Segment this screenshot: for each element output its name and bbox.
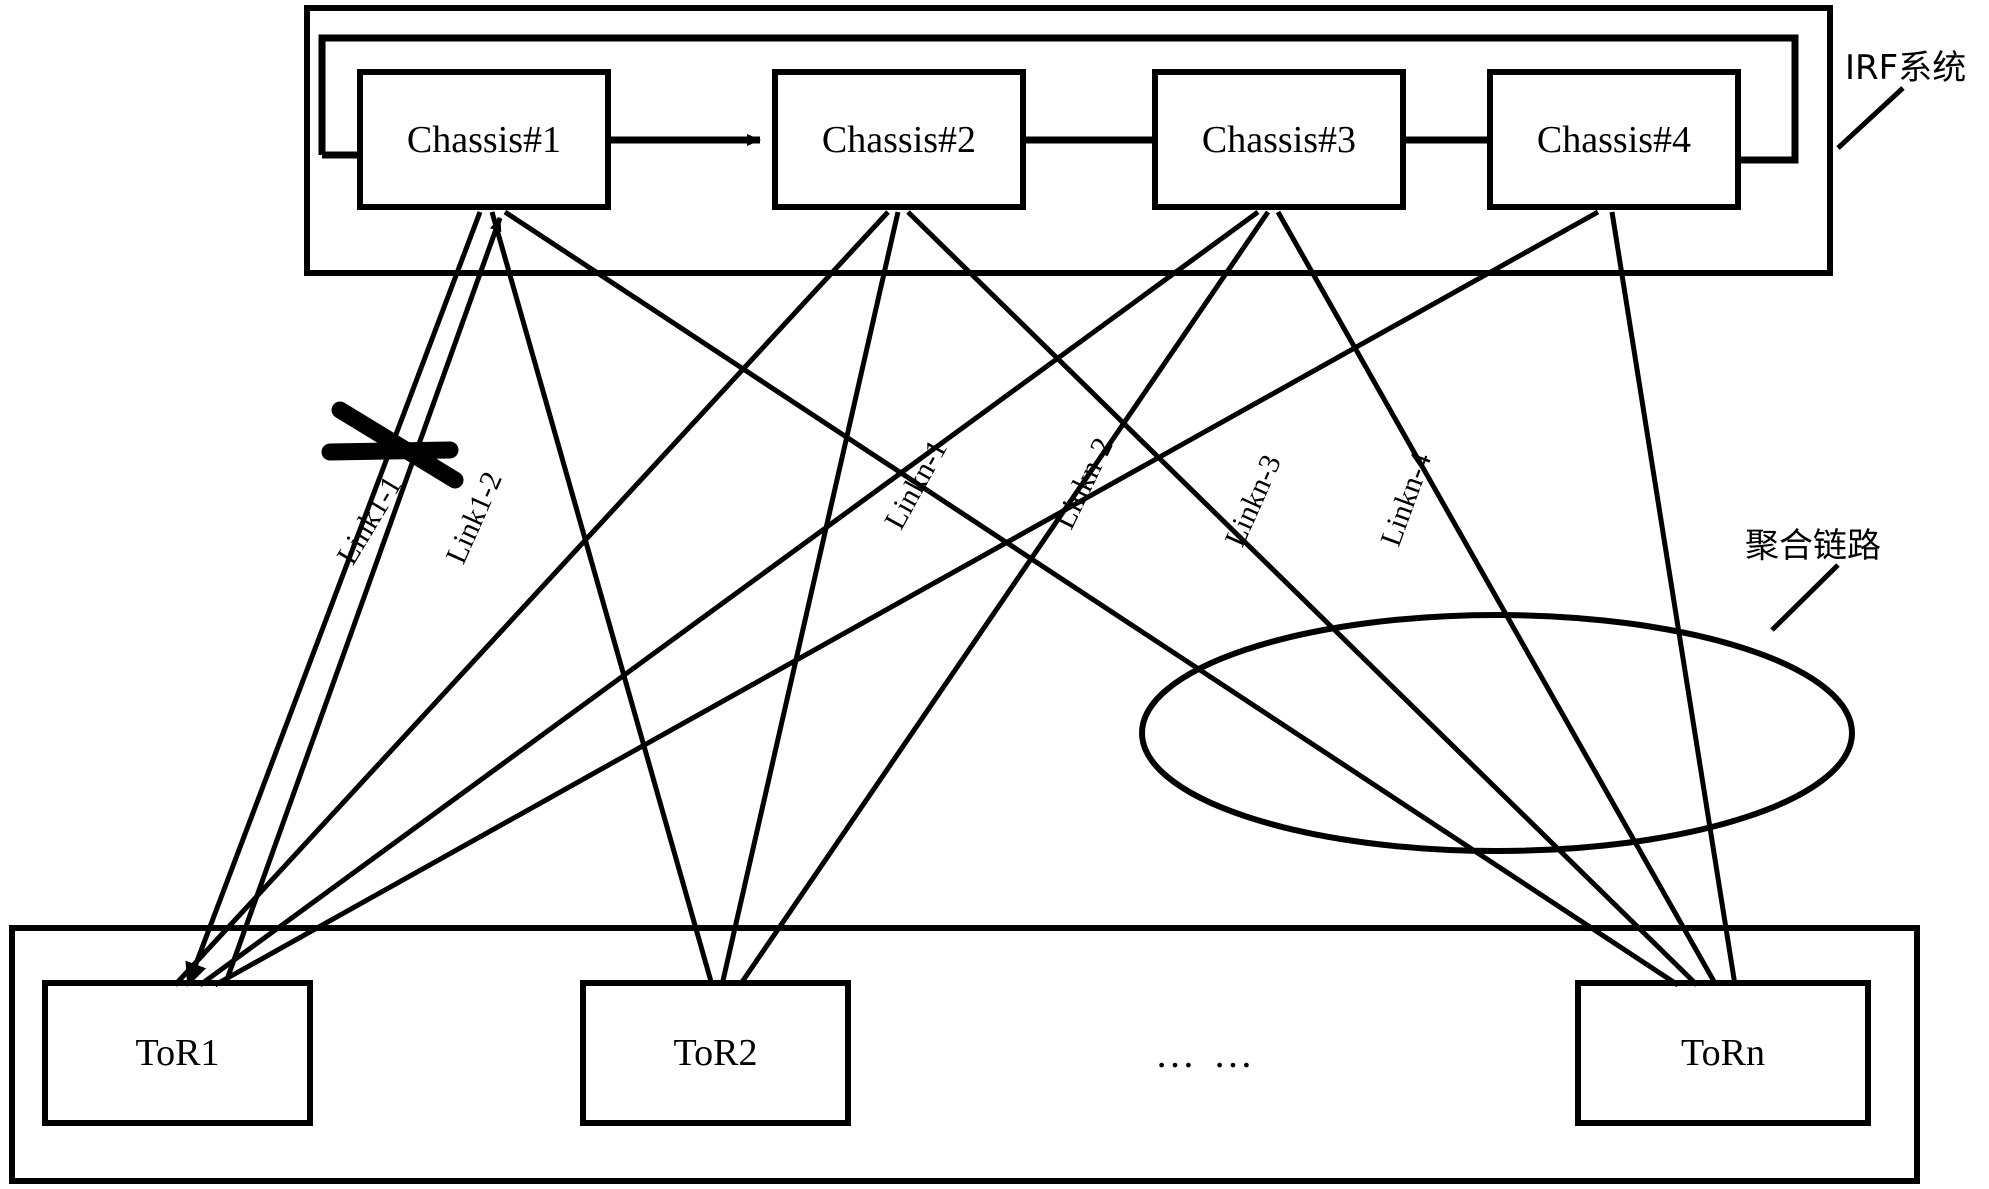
- link-line-chassis3-tor1[interactable]: [198, 209, 1260, 988]
- aggregation-ellipse: [1139, 612, 1855, 854]
- chassis-label-3: Chassis#3: [1201, 118, 1357, 161]
- chassis-label-4: Chassis#4: [1536, 118, 1692, 161]
- diagram-canvas: Chassis#1 Chassis#2 Chassis#3 Chassis#4 …: [0, 0, 1989, 1189]
- aggregation-annotation-leader-line: [1770, 563, 1840, 632]
- link-line-linkn-4[interactable]: [1609, 211, 1738, 986]
- irf-system-annotation-label: IRF系统: [1845, 48, 1967, 88]
- link-line-tor1-chassis1-return[interactable]: [222, 217, 503, 986]
- link-line-link1-1[interactable]: [185, 211, 483, 987]
- link-line-chassis2-tor2[interactable]: [719, 211, 901, 986]
- link-line-linkn-2[interactable]: [906, 210, 1699, 987]
- tor-label-1: ToR1: [135, 1032, 220, 1074]
- tor-label-2: ToR2: [673, 1032, 758, 1074]
- tor-label-n: ToRn: [1681, 1032, 1765, 1074]
- broken-link-x-icon: [321, 401, 464, 489]
- tor-ellipsis: … …: [1155, 1031, 1257, 1076]
- link-line-link1-2[interactable]: [173, 210, 890, 987]
- link-line-chassis4-tor1[interactable]: [213, 209, 1600, 988]
- aggregation-annotation-label: 聚合链路: [1745, 526, 1881, 566]
- irf-annotation-leader-line: [1836, 86, 1905, 150]
- link-line-chassis3-tor2[interactable]: [737, 210, 1271, 987]
- chassis-label-2: Chassis#2: [821, 118, 977, 161]
- chassis-label-1: Chassis#1: [406, 118, 562, 161]
- link-line-linkn-3[interactable]: [1275, 210, 1719, 987]
